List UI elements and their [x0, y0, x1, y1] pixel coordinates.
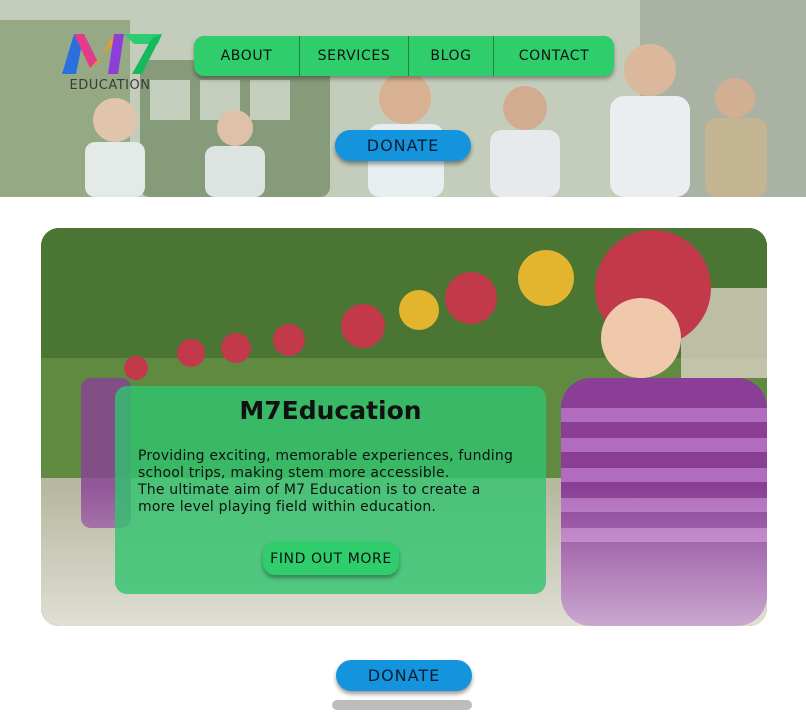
hero-header: EDUCATION ABOUT SERVICES BLOG CONTACT DO… — [0, 0, 806, 197]
donate-button-footer[interactable]: DONATE — [336, 660, 472, 691]
find-out-more-button[interactable]: FIND OUT MORE — [263, 542, 399, 575]
nav-item-about[interactable]: ABOUT — [194, 36, 300, 76]
intro-text-line: The ultimate aim of M7 Education is to c… — [138, 482, 481, 498]
intro-text: Providing exciting, memorable experience… — [138, 448, 523, 516]
nav-item-contact[interactable]: CONTACT — [494, 36, 614, 76]
m7-logo-icon[interactable]: EDUCATION — [58, 28, 168, 94]
main-nav: ABOUT SERVICES BLOG CONTACT — [194, 36, 614, 76]
horizontal-scrollbar[interactable] — [332, 700, 472, 710]
intro-text-line: more level playing field within educatio… — [138, 499, 437, 515]
nav-item-blog[interactable]: BLOG — [409, 36, 494, 76]
donate-button-header[interactable]: DONATE — [335, 130, 471, 161]
intro-text-line: school trips, making stem more accessibl… — [138, 465, 450, 481]
m7-logo-mark — [62, 34, 162, 74]
intro-card: M7Education Providing exciting, memorabl… — [115, 386, 546, 594]
intro-title: M7Education — [239, 396, 422, 425]
nav-item-services[interactable]: SERVICES — [300, 36, 409, 76]
logo-text: EDUCATION — [69, 78, 151, 93]
feature-banner: M7Education Providing exciting, memorabl… — [41, 228, 767, 626]
intro-text-line: Providing exciting, memorable experience… — [138, 448, 514, 464]
